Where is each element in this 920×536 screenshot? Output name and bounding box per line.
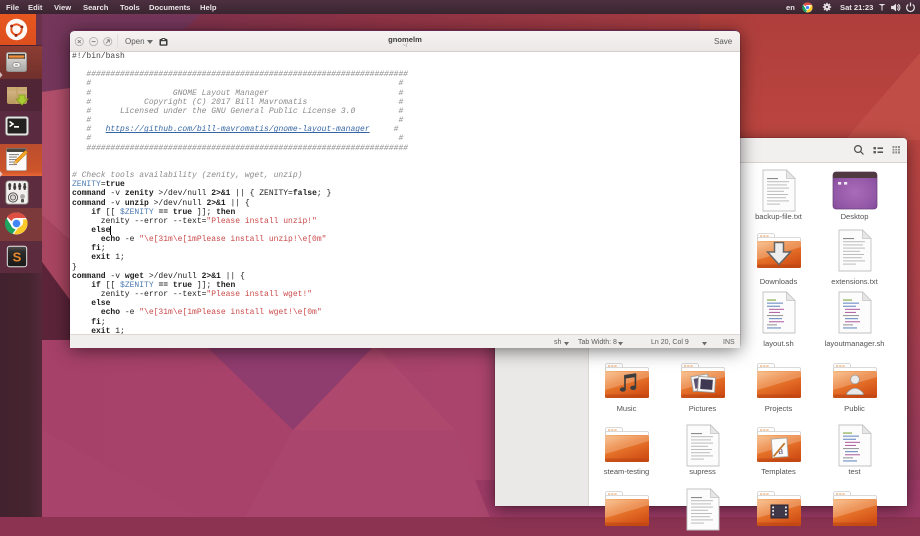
svg-text:S: S (12, 249, 21, 264)
